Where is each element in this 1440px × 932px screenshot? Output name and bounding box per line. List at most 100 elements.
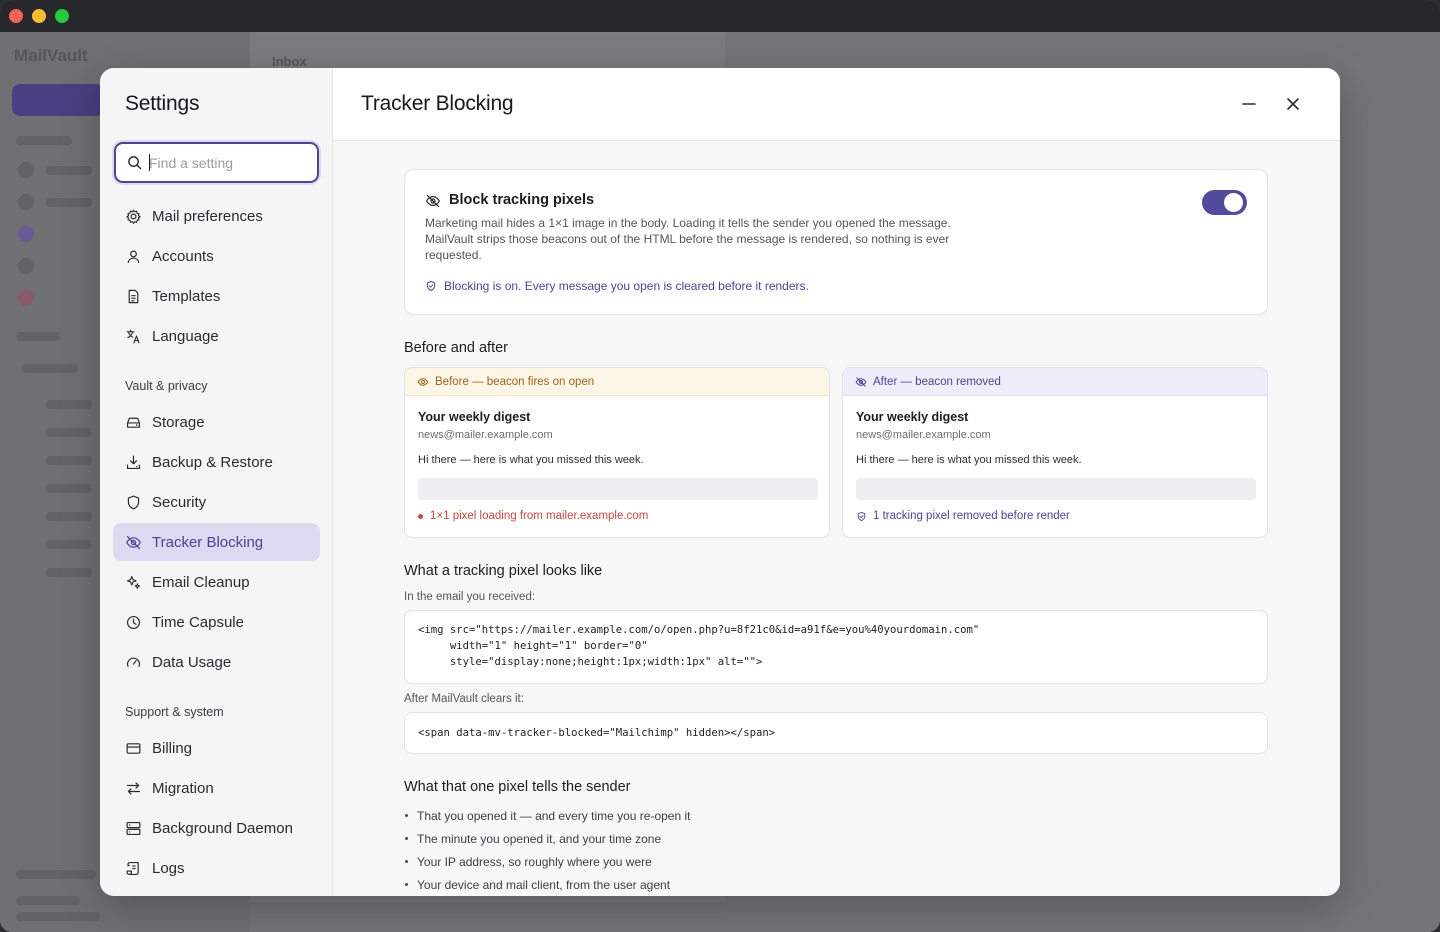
sidebar-item-label: Email Cleanup: [152, 573, 250, 591]
translate-icon: [126, 329, 140, 343]
after-note: 1 tracking pixel removed before render: [856, 510, 1070, 522]
list-item: Your IP address, so roughly where you we…: [404, 850, 904, 873]
before-body: Hi there — here is what you missed this …: [418, 454, 644, 466]
background-brand: MailVault: [14, 46, 88, 65]
settings-sidebar: Settings Mail preferences Accounts Templ…: [100, 68, 333, 896]
background-line: [46, 540, 92, 549]
toggle-knob: [1224, 193, 1243, 212]
close-dialog-button[interactable]: [1282, 93, 1304, 115]
sidebar-item-email-cleanup[interactable]: Email Cleanup: [113, 563, 320, 601]
search-icon: [128, 156, 142, 170]
warning-dot: [418, 513, 423, 519]
clock-icon: [126, 615, 141, 629]
after-body: Hi there — here is what you missed this …: [856, 454, 1082, 466]
sidebar-item-billing[interactable]: Billing: [113, 729, 320, 767]
sidebar-item-label: Tracker Blocking: [152, 533, 264, 551]
server-icon: [126, 821, 141, 835]
sidebar-item-label: Background Daemon: [152, 819, 293, 837]
sidebar-item-language[interactable]: Language: [113, 317, 320, 355]
sidebar-item-label: Storage: [152, 413, 205, 431]
before-panel: Before — beacon fires on open Your weekl…: [404, 367, 830, 538]
nav-group-support-system: Support & system: [125, 705, 224, 719]
sidebar-item-label: Logs: [152, 859, 185, 877]
background-footer: [250, 902, 725, 932]
content-header: Tracker Blocking: [333, 68, 1340, 141]
arrows-swap-icon: [126, 781, 141, 795]
document-icon: [128, 289, 139, 303]
bullet-dot: [405, 883, 408, 886]
sidebar-item-label: Billing: [152, 739, 193, 757]
bullet-dot: [405, 837, 408, 840]
settings-search[interactable]: [114, 142, 319, 183]
code-line: <span data-mv-tracker-blocked="Mailchimp…: [418, 727, 776, 739]
list-item-text: Your IP address, so roughly where you we…: [417, 854, 652, 869]
background-line: [16, 896, 80, 905]
blocking-status-text: Blocking is on. Every message you open i…: [444, 279, 809, 293]
list-item: The minute you opened it, and your time …: [404, 827, 904, 850]
tells-list: That you opened it — and every time you …: [404, 804, 904, 896]
sidebar-item-templates[interactable]: Templates: [113, 277, 320, 315]
after-label: After MailVault clears it:: [404, 693, 524, 705]
before-band: Before — beacon fires on open: [405, 368, 829, 396]
background-line: [46, 512, 92, 521]
background-line: [46, 166, 92, 175]
background-compose-button: [12, 84, 104, 116]
sidebar-item-migration[interactable]: Migration: [113, 769, 320, 807]
background-dot: [18, 194, 34, 210]
hard-drive-icon: [126, 417, 141, 428]
sidebar-item-label: Migration: [152, 779, 214, 797]
sidebar-item-mail-preferences[interactable]: Mail preferences: [113, 197, 320, 235]
sidebar-item-tracker-blocking[interactable]: Tracker Blocking: [113, 523, 320, 561]
close-window-button[interactable]: [9, 9, 23, 23]
sidebar-item-label: Accounts: [152, 247, 214, 265]
background-line: [46, 428, 92, 437]
sidebar-item-data-usage[interactable]: Data Usage: [113, 643, 320, 681]
minimize-dialog-button[interactable]: [1238, 93, 1260, 115]
block-tracking-toggle[interactable]: [1202, 190, 1247, 215]
background-dot: [18, 226, 34, 242]
before-sender: news@mailer.example.com: [418, 429, 553, 441]
shield-icon: [127, 495, 140, 509]
minimize-window-button[interactable]: [32, 9, 46, 23]
settings-search-input[interactable]: [149, 152, 309, 173]
tells-heading: What that one pixel tells the sender: [404, 779, 631, 795]
before-placeholder-bar: [418, 478, 818, 500]
sidebar-item-logs[interactable]: Logs: [113, 849, 320, 887]
sidebar-item-accounts[interactable]: Accounts: [113, 237, 320, 275]
code-line: style="display:none;height:1px;width:1px…: [418, 656, 763, 668]
card-description: Marketing mail hides a 1×1 image in the …: [425, 216, 951, 262]
sidebar-item-time-capsule[interactable]: Time Capsule: [113, 603, 320, 641]
zoom-window-button[interactable]: [55, 9, 69, 23]
after-band: After — beacon removed: [843, 368, 1267, 396]
background-dot: [18, 162, 34, 178]
background-dot: [18, 258, 34, 274]
list-item-text: Your device and mail client, from the us…: [417, 877, 671, 892]
background-line: [46, 484, 92, 493]
text-caret: [149, 154, 150, 171]
user-icon: [127, 250, 140, 263]
eye-off-icon: [426, 194, 440, 208]
sidebar-item-backup-restore[interactable]: Backup & Restore: [113, 443, 320, 481]
title-bar: [0, 0, 1440, 32]
after-panel: After — beacon removed Your weekly diges…: [842, 367, 1268, 538]
code-after-block: <span data-mv-tracker-blocked="Mailchimp…: [404, 712, 1268, 754]
eye-off-icon: [855, 376, 867, 387]
sidebar-item-storage[interactable]: Storage: [113, 403, 320, 441]
shield-check-icon: [857, 511, 866, 521]
sidebar-item-background-daemon[interactable]: Background Daemon: [113, 809, 320, 847]
before-after-heading: Before and after: [404, 340, 508, 356]
list-item-text: That you opened it — and every time you …: [417, 808, 691, 823]
card-title: Block tracking pixels: [449, 192, 595, 208]
background-line: [22, 364, 78, 373]
before-band-label: Before — beacon fires on open: [435, 375, 595, 388]
gear-icon: [126, 209, 141, 224]
settings-content: Tracker Blocking Block tracking pixels M…: [333, 68, 1340, 896]
sidebar-item-security[interactable]: Security: [113, 483, 320, 521]
background-inbox-title: Inbox: [272, 54, 307, 69]
before-note-text: 1×1 pixel loading from mailer.example.co…: [430, 510, 649, 522]
code-line: <img src="https://mailer.example.com/o/o…: [418, 624, 980, 636]
sidebar-item-label: Backup & Restore: [152, 453, 273, 471]
bullet-dot: [405, 814, 408, 817]
background-line: [46, 456, 92, 465]
after-placeholder-bar: [856, 478, 1256, 500]
